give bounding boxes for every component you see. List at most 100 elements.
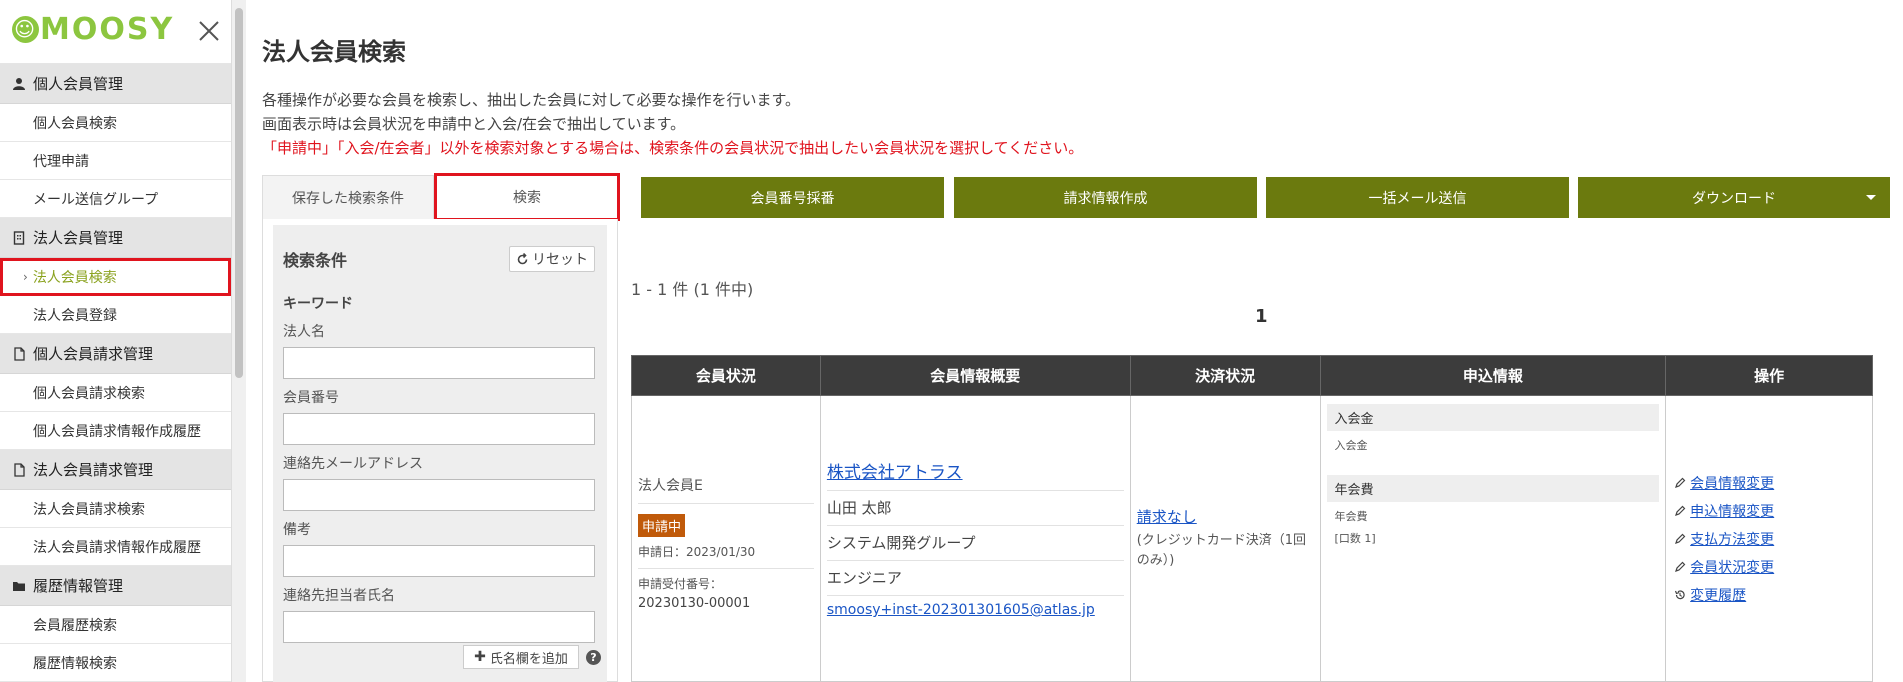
edit-payment-method-link[interactable]: 支払方法変更	[1666, 525, 1872, 553]
sidebar-section-label: 個人会員管理	[33, 75, 124, 93]
sidebar-item-corporate-search[interactable]: › 法人会員検索	[0, 258, 231, 296]
member-number-input[interactable]	[283, 413, 595, 445]
edit-application-link[interactable]: 申込情報変更	[1666, 497, 1872, 525]
remarks-input[interactable]	[283, 545, 595, 577]
receipt-number-label: 申請受付番号：	[638, 576, 723, 591]
download-label: ダウンロード	[1692, 190, 1776, 207]
field-label: 連絡先担当者氏名	[283, 588, 395, 604]
sidebar-section-label: 個人会員請求管理	[33, 345, 154, 363]
sidebar-section-corporate[interactable]: 法人会員管理	[0, 218, 231, 258]
field-label: 会員番号	[283, 390, 339, 406]
add-name-label: 氏名欄を追加	[489, 651, 568, 667]
download-button[interactable]: ダウンロード	[1578, 177, 1890, 218]
pagination-page[interactable]: 1	[1255, 306, 1268, 327]
sidebar-section-corporate-billing[interactable]: 法人会員請求管理	[0, 450, 231, 490]
sidebar-item-history-search[interactable]: 履歴情報検索	[0, 644, 231, 682]
sidebar-section-label: 法人会員請求管理	[33, 461, 154, 479]
column-header: 申込情報	[1319, 355, 1667, 396]
sidebar-item-individual-search[interactable]: 個人会員検索	[0, 104, 231, 142]
create-billing-button[interactable]: 請求情報作成	[954, 177, 1257, 218]
result-table: 会員状況 会員情報概要 決済状況 申込情報 操作 法人会員E 申請中 申請日：2…	[631, 355, 1873, 682]
entry-fee-heading: 入会金	[1326, 404, 1660, 431]
sidebar-item-proxy-apply[interactable]: 代理申請	[0, 142, 231, 180]
job-title: エンジニア	[826, 561, 1124, 596]
sidebar-section-individual[interactable]: 個人会員管理	[0, 64, 231, 104]
sidebar: ☺ MOOSY 個人会員管理 個人会員検索 代理申請 メール送信グループ 法人会員…	[0, 0, 232, 682]
sidebar-scrollbar[interactable]	[232, 0, 246, 682]
keyword-heading: キーワード	[283, 296, 353, 312]
edit-member-status-link[interactable]: 会員状況変更	[1666, 553, 1872, 581]
op-label[interactable]: 変更履歴	[1690, 585, 1746, 605]
description-line: 各種操作が必要な会員を検索し、抽出した会員に対して必要な操作を行います。	[262, 91, 801, 109]
apply-date: 申請日：2023/01/30	[638, 537, 814, 569]
column-header: 操作	[1665, 355, 1873, 396]
folder-icon	[13, 581, 25, 591]
member-status: 法人会員E	[638, 467, 814, 504]
reset-button[interactable]: リセット	[509, 246, 595, 272]
contact-email-input[interactable]	[283, 479, 595, 511]
help-icon[interactable]: ?	[586, 650, 601, 665]
page-title: 法人会員検索	[262, 38, 406, 66]
tab-saved-conditions[interactable]: 保存した検索条件	[262, 175, 434, 219]
company-name-input[interactable]	[283, 347, 595, 379]
receipt-number: 20230130-00001	[638, 595, 751, 611]
pencil-icon	[1675, 477, 1686, 488]
edit-member-info-link[interactable]: 会員情報変更	[1666, 469, 1872, 497]
sidebar-item-individual-billing-history[interactable]: 個人会員請求情報作成履歴	[0, 412, 231, 450]
sidebar-item-individual-billing-search[interactable]: 個人会員請求検索	[0, 374, 231, 412]
department: システム開発グループ	[826, 526, 1124, 561]
op-label[interactable]: 会員状況変更	[1690, 557, 1774, 577]
contact-name-input[interactable]	[283, 611, 595, 643]
table-header-row: 会員状況 会員情報概要 決済状況 申込情報 操作	[631, 355, 1873, 396]
payment-status-link[interactable]: 請求なし	[1137, 508, 1197, 526]
search-conditions-title: 検索条件	[283, 251, 348, 270]
notice-text: 「申請中」「入会/在会者」以外を検索対象とする場合は、検索条件の会員状況で抽出し…	[262, 139, 1084, 157]
op-label[interactable]: 会員情報変更	[1690, 473, 1774, 493]
reset-label: リセット	[532, 252, 588, 268]
sidebar-section-history[interactable]: 履歴情報管理	[0, 566, 231, 606]
chevron-right-icon: ›	[23, 270, 28, 284]
company-name-link[interactable]: 株式会社アトラス	[827, 463, 963, 483]
sidebar-item-member-history[interactable]: 会員履歴検索	[0, 606, 231, 644]
annual-fee-heading: 年会費	[1326, 475, 1660, 502]
search-tabs: 保存した検索条件 検索	[262, 173, 620, 221]
sidebar-item-mail-group[interactable]: メール送信グループ	[0, 180, 231, 218]
column-header: 決済状況	[1129, 355, 1321, 396]
email-link[interactable]: smoosy+inst-202301301605@atlas.jp	[827, 602, 1095, 618]
table-row: 法人会員E 申請中 申請日：2023/01/30 申請受付番号： 2023013…	[631, 395, 1873, 682]
sidebar-item-label: 法人会員検索	[32, 270, 117, 286]
assign-member-number-button[interactable]: 会員番号採番	[641, 177, 944, 218]
sidebar-item-corporate-billing-search[interactable]: 法人会員請求検索	[0, 490, 231, 528]
logo: ☺ MOOSY	[12, 12, 174, 47]
main-content: 法人会員検索 各種操作が必要な会員を検索し、抽出した会員に対して必要な操作を行い…	[262, 0, 1903, 682]
description-line: 画面表示時は会員状況を申請中と入会/在会で抽出しています。	[262, 115, 686, 133]
member-status-cell: 法人会員E 申請中 申請日：2023/01/30 申請受付番号： 2023013…	[631, 395, 821, 682]
change-history-link[interactable]: 変更履歴	[1666, 581, 1872, 609]
payment-method-note: (クレジットカード決済（1回のみ）)	[1136, 533, 1307, 568]
close-icon[interactable]	[196, 18, 222, 44]
sidebar-section-individual-billing[interactable]: 個人会員請求管理	[0, 334, 231, 374]
bulk-mail-button[interactable]: 一括メール送信	[1266, 177, 1569, 218]
logo-row: ☺ MOOSY	[0, 0, 231, 64]
entry-fee-detail: 入会金	[1334, 439, 1368, 452]
sidebar-section-label: 履歴情報管理	[33, 577, 124, 595]
status-badge: 申請中	[638, 513, 686, 537]
reset-icon	[517, 252, 528, 264]
add-name-field-button[interactable]: ✚ 氏名欄を追加	[463, 645, 579, 669]
sidebar-item-corporate-billing-history[interactable]: 法人会員請求情報作成履歴	[0, 528, 231, 566]
op-label[interactable]: 申込情報変更	[1690, 501, 1774, 521]
application-info-cell: 入会金 入会金 年会費 年会費 [口数 1]	[1319, 395, 1667, 682]
building-icon	[13, 230, 25, 245]
op-label[interactable]: 支払方法変更	[1690, 529, 1774, 549]
sidebar-section-label: 法人会員管理	[33, 229, 124, 247]
pencil-icon	[1675, 561, 1686, 572]
plus-icon: ✚	[474, 649, 486, 665]
sidebar-item-corporate-register[interactable]: 法人会員登録	[0, 296, 231, 334]
person-icon	[13, 77, 25, 90]
tab-search[interactable]: 検索	[434, 173, 620, 221]
history-icon	[1675, 589, 1685, 599]
scrollbar-thumb[interactable]	[235, 8, 243, 378]
annual-fee-detail: 年会費	[1334, 510, 1368, 523]
document-icon	[14, 462, 25, 477]
payment-status-cell: 請求なし (クレジットカード決済（1回のみ）)	[1129, 395, 1321, 682]
